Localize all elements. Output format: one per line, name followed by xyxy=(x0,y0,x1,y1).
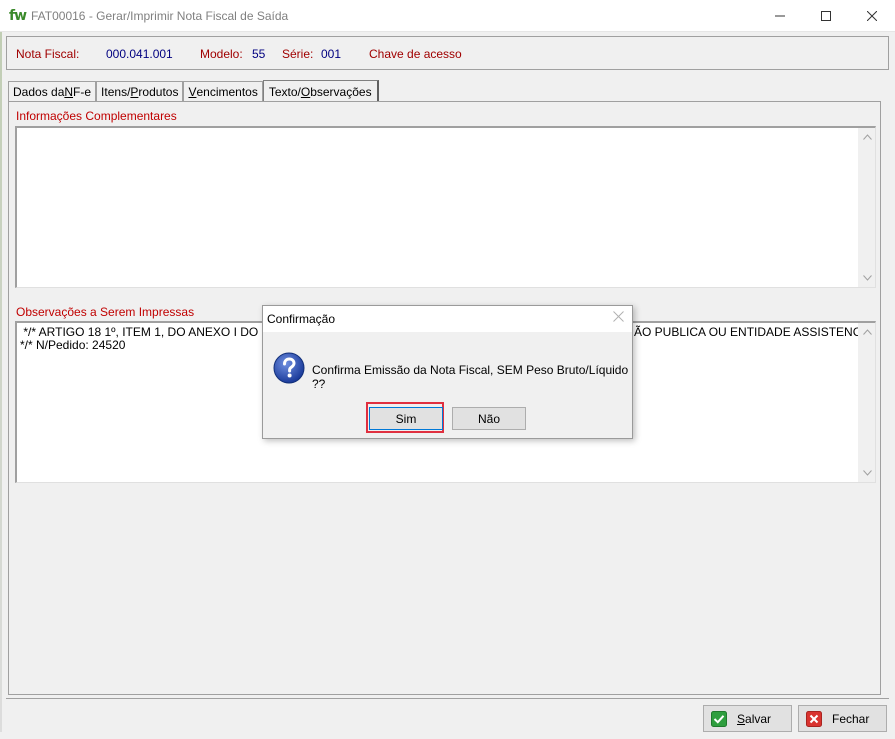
obs-line-2: */* N/Pedido: 24520 xyxy=(20,338,126,352)
question-icon xyxy=(273,352,305,384)
window-title: FAT00016 - Gerar/Imprimir Nota Fiscal de… xyxy=(31,8,289,23)
save-accel: S xyxy=(737,711,746,726)
tab-texto-observacoes[interactable]: Texto/Observações xyxy=(262,80,379,102)
check-icon xyxy=(711,710,727,727)
obs-line-1-right: ÃO PUBLICA OU ENTIDADE ASSISTENCIAL xyxy=(634,325,876,339)
scroll-down-icon[interactable] xyxy=(862,273,872,283)
dialog-close-icon[interactable] xyxy=(613,311,624,325)
no-button[interactable]: Não xyxy=(452,407,526,430)
tab-itens-produtos[interactable]: Itens/Produtos xyxy=(96,81,184,101)
chave-acesso-label: Chave de acesso xyxy=(369,47,462,61)
nota-fiscal-label: Nota Fiscal: xyxy=(16,47,80,61)
title-bar[interactable]: fw FAT00016 - Gerar/Imprimir Nota Fiscal… xyxy=(0,0,895,32)
tab-itens-label: Itens/ xyxy=(101,84,131,99)
minimize-icon xyxy=(775,15,785,16)
tab-vencimentos-label-end: encimentos xyxy=(196,84,258,99)
tab-strip: Dados da N F-e Itens/Produtos Vencimentos… xyxy=(8,80,379,102)
scroll-down-icon[interactable] xyxy=(862,468,872,478)
save-button[interactable]: Salvar xyxy=(703,705,792,732)
minimize-button[interactable] xyxy=(757,0,803,31)
tab-texto-label-end: bservações xyxy=(310,84,372,99)
close-x-icon xyxy=(806,710,822,727)
serie-value: 001 xyxy=(321,47,342,61)
close-button[interactable]: Fechar xyxy=(798,705,887,732)
observacoes-impressas-label: Observações a Serem Impressas xyxy=(16,305,195,319)
scroll-up-icon[interactable] xyxy=(862,327,872,337)
footer-divider xyxy=(6,698,889,699)
header-panel: Nota Fiscal: 000.041.001 Modelo: 55 Séri… xyxy=(6,36,889,70)
dialog-title: Confirmação xyxy=(267,312,336,326)
tab-vencimentos[interactable]: Vencimentos xyxy=(183,81,263,101)
close-label: Fechar xyxy=(832,711,870,726)
yes-button[interactable]: Sim xyxy=(369,407,443,430)
tab-dados-nfe-label-end: F-e xyxy=(73,84,92,99)
dialog-body: Confirma Emissão da Nota Fiscal, SEM Pes… xyxy=(263,332,632,438)
close-window-button[interactable] xyxy=(849,0,895,31)
tab-texto-accel: O xyxy=(300,84,311,99)
close-icon xyxy=(867,10,877,21)
obs-scrollbar[interactable] xyxy=(858,323,875,482)
tab-texto-label: Texto/ xyxy=(268,84,301,99)
modelo-value: 55 xyxy=(252,47,266,61)
tab-dados-nfe-accel: N xyxy=(64,84,74,99)
window-left-edge xyxy=(0,32,2,732)
dialog-message: Confirma Emissão da Nota Fiscal, SEM Pes… xyxy=(312,363,629,391)
nota-fiscal-value: 000.041.001 xyxy=(106,47,173,61)
tab-vencimentos-accel: V xyxy=(188,84,197,99)
tab-itens-accel: P xyxy=(130,84,139,99)
scroll-up-icon[interactable] xyxy=(862,132,872,142)
info-scrollbar[interactable] xyxy=(858,128,875,287)
app-logo-icon: fw xyxy=(9,7,27,24)
modelo-label: Modelo: xyxy=(200,47,243,61)
informacoes-complementares-label: Informações Complementares xyxy=(16,109,177,123)
tab-dados-nfe-label: Dados da xyxy=(13,84,65,99)
tab-dados-nfe[interactable]: Dados da N F-e xyxy=(8,81,97,101)
maximize-icon xyxy=(821,10,831,21)
maximize-button[interactable] xyxy=(803,0,849,31)
confirmation-dialog: Confirmação Confirma Emissão da Nota Fis… xyxy=(262,305,633,439)
serie-label: Série: xyxy=(282,47,314,61)
informacoes-complementares-textarea[interactable] xyxy=(15,126,876,288)
tab-itens-label-end: rodutos xyxy=(138,84,179,99)
save-label: alvar xyxy=(745,711,772,726)
dialog-title-bar[interactable]: Confirmação xyxy=(263,306,632,332)
